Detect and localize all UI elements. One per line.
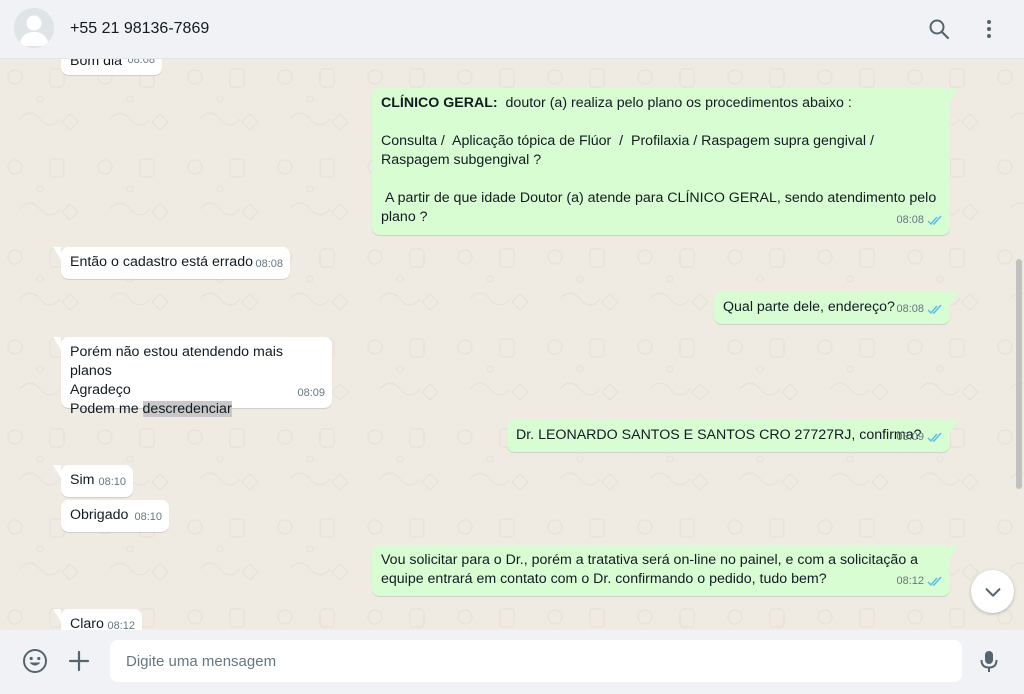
message-time: 08:12 — [896, 575, 924, 587]
message-time: 08:08 — [896, 303, 924, 315]
message-meta: 08:09 — [896, 428, 943, 447]
message-time: 08:12 — [107, 620, 135, 630]
microphone-icon — [980, 651, 998, 672]
message-meta: 08:12 — [107, 617, 135, 630]
message-meta: 08:08 — [255, 255, 283, 274]
message-list[interactable]: Bom dia 08:08 CLÍNICO GERAL: doutor (a) … — [0, 59, 1024, 630]
read-ticks-icon — [927, 215, 943, 226]
menu-kebab-icon — [987, 20, 991, 38]
incoming-message[interactable]: Claro 08:12 — [53, 609, 142, 630]
message-input[interactable] — [110, 640, 962, 682]
message-text: Agradeço — [70, 382, 131, 398]
read-ticks-icon — [927, 304, 943, 315]
message-time: 08:10 — [98, 476, 126, 488]
contact-name[interactable]: +55 21 98136-7869 — [70, 20, 209, 38]
message-text: CLÍNICO GERAL: doutor (a) realiza pelo p… — [381, 95, 852, 111]
message-text: Então o cadastro está errado — [70, 254, 253, 270]
menu-button[interactable] — [977, 17, 1001, 41]
incoming-message[interactable]: Sim 08:10 — [53, 465, 133, 497]
message-meta: 08:10 — [98, 473, 126, 492]
message-meta: 08:12 — [896, 572, 943, 591]
message-time: 08:08 — [127, 59, 155, 66]
attach-plus-icon — [68, 650, 90, 672]
search-button[interactable] — [927, 17, 951, 41]
incoming-message[interactable]: Bom dia 08:08 — [61, 59, 162, 75]
message-time: 08:08 — [896, 214, 924, 226]
attach-button[interactable] — [66, 648, 92, 674]
incoming-message[interactable]: Porém não estou atendendo mais planos Ag… — [53, 337, 332, 417]
voice-message-button[interactable] — [976, 648, 1002, 674]
message-bold-prefix: CLÍNICO GERAL: — [381, 95, 498, 111]
message-text: Vou solicitar para o Dr., porém a tratat… — [381, 552, 919, 568]
outgoing-message[interactable]: CLÍNICO GERAL: doutor (a) realiza pelo p… — [372, 88, 958, 235]
emoji-icon — [23, 649, 47, 673]
outgoing-message[interactable]: Qual parte dele, endereço? 08:08 — [714, 292, 958, 324]
chevron-down-icon — [985, 587, 1000, 597]
scrollbar-thumb[interactable] — [1016, 259, 1022, 489]
message-text: equipe entrará em contato com o Dr. conf… — [381, 571, 827, 587]
message-text: Porém não estou atendendo mais planos — [70, 344, 283, 379]
message-meta: 08:09 — [297, 384, 325, 403]
contact-avatar[interactable] — [14, 8, 54, 48]
message-text: Dr. LEONARDO SANTOS E SANTOS CRO 27727RJ… — [516, 427, 922, 443]
message-meta: 08:08 — [896, 211, 943, 230]
message-composer — [0, 630, 1024, 694]
message-meta: 08:10 — [134, 508, 162, 527]
chat-header: +55 21 98136-7869 — [0, 0, 1024, 59]
message-text: A partir de que idade Doutor (a) atende … — [381, 190, 941, 225]
message-time: 08:09 — [896, 431, 924, 443]
avatar-placeholder-icon — [14, 8, 54, 48]
read-ticks-icon — [927, 432, 943, 443]
chat-scrollbar[interactable] — [1014, 59, 1024, 630]
message-text: Podem me descredenciar — [70, 401, 232, 417]
message-meta: 08:08 — [896, 300, 943, 319]
message-time: 08:10 — [134, 511, 162, 523]
outgoing-message[interactable]: Dr. LEONARDO SANTOS E SANTOS CRO 27727RJ… — [507, 420, 958, 452]
incoming-message[interactable]: Obrigado 08:10 — [61, 500, 169, 532]
outgoing-message[interactable]: Vou solicitar para o Dr., porém a tratat… — [372, 545, 958, 596]
emoji-button[interactable] — [22, 648, 48, 674]
read-ticks-icon — [927, 576, 943, 587]
selected-text: descredenciar — [142, 401, 232, 417]
message-time: 08:09 — [297, 387, 325, 399]
message-meta: 08:08 — [127, 59, 155, 70]
message-text: Consulta / Aplicação tópica de Flúor / P… — [381, 133, 878, 168]
message-time: 08:08 — [255, 258, 283, 270]
search-icon — [929, 19, 950, 40]
incoming-message[interactable]: Então o cadastro está errado 08:08 — [53, 247, 290, 279]
scroll-to-bottom-button[interactable] — [971, 570, 1014, 613]
